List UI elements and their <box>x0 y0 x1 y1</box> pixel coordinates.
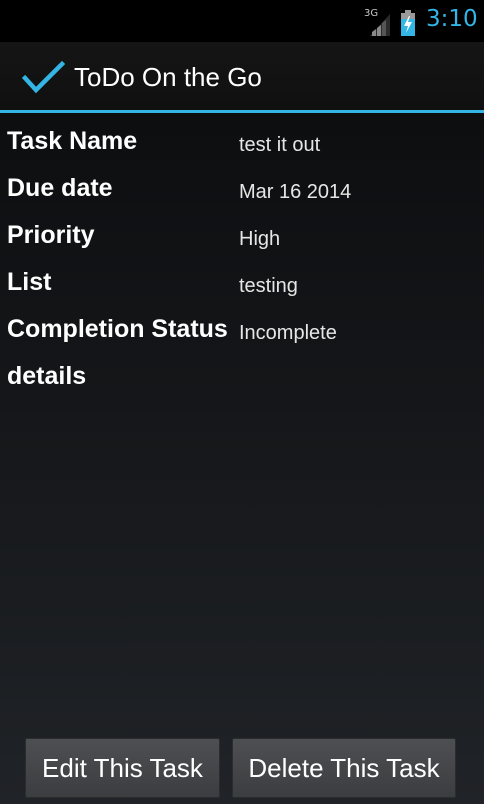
completion-status-value: Incomplete <box>239 322 337 344</box>
due-date-label: Due date <box>7 174 113 202</box>
clock: 3:10 <box>426 6 478 32</box>
checkmark-icon[interactable] <box>22 60 66 96</box>
signal-icon <box>370 14 390 36</box>
task-name-value: test it out <box>239 134 321 156</box>
action-bar: ToDo On the Go <box>0 42 484 113</box>
task-details: Task Name test it out Due date Mar 16 20… <box>0 113 484 804</box>
list-row: List testing <box>0 260 484 307</box>
details-row: details <box>0 354 484 401</box>
due-date-row: Due date Mar 16 2014 <box>0 166 484 213</box>
list-value: testing <box>239 275 298 297</box>
delete-task-button[interactable]: Delete This Task <box>232 738 456 798</box>
list-label: List <box>7 268 52 296</box>
priority-value: High <box>239 228 281 250</box>
completion-status-label: Completion Status <box>7 315 228 343</box>
completion-status-row: Completion Status Incomplete <box>0 307 484 354</box>
edit-task-button[interactable]: Edit This Task <box>25 738 220 798</box>
app-title: ToDo On the Go <box>74 62 262 92</box>
priority-row: Priority High <box>0 213 484 260</box>
priority-label: Priority <box>7 221 95 249</box>
task-name-label: Task Name <box>7 127 138 155</box>
details-label: details <box>7 362 87 390</box>
status-bar: 3G 3:10 <box>0 0 484 42</box>
task-name-row: Task Name test it out <box>0 119 484 166</box>
battery-charging-icon <box>401 10 415 36</box>
due-date-value: Mar 16 2014 <box>239 181 352 203</box>
